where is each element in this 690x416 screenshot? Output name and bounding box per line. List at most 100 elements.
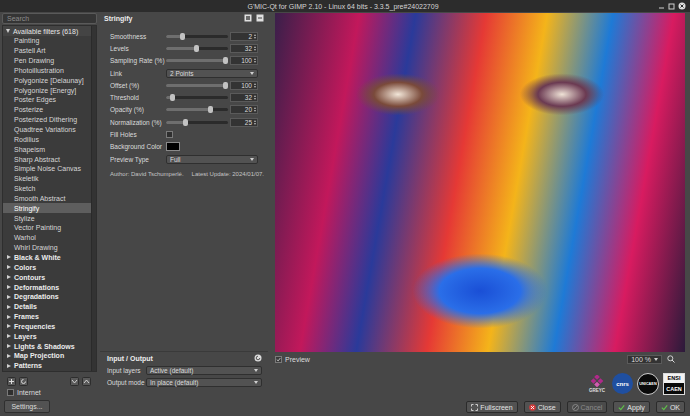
filter-item[interactable]: Sharp Abstract — [3, 154, 91, 164]
filter-category[interactable]: Lights & Shadows — [3, 341, 91, 351]
expand-arrow-icon[interactable] — [7, 364, 11, 368]
filter-item[interactable]: Smooth Abstract — [3, 194, 91, 204]
copy-icon[interactable] — [244, 14, 252, 22]
refresh-icon[interactable] — [19, 377, 28, 386]
spin-box[interactable]: 32 — [230, 93, 258, 102]
filter-tree-header[interactable]: Available filters (618) — [3, 26, 91, 36]
slider[interactable] — [166, 93, 228, 102]
slider-thumb[interactable] — [223, 57, 228, 64]
filter-item[interactable]: Whirl Drawing — [3, 243, 91, 253]
maximize-icon[interactable] — [668, 3, 675, 10]
expand-arrow-icon[interactable] — [7, 295, 11, 299]
slider-thumb[interactable] — [183, 119, 188, 126]
add-favorite-icon[interactable] — [7, 377, 16, 386]
expand-arrow-icon[interactable] — [7, 334, 11, 338]
slider-thumb[interactable] — [223, 82, 228, 89]
expand-arrow-icon[interactable] — [7, 354, 11, 358]
spin-box[interactable]: 20 — [230, 105, 258, 114]
collapse-all-icon[interactable] — [82, 377, 91, 386]
expand-arrow-icon[interactable] — [7, 285, 11, 289]
internet-checkbox[interactable]: Internet — [2, 387, 97, 397]
dialog-button[interactable]: Close — [524, 401, 561, 413]
close-window-icon[interactable] — [678, 2, 686, 10]
slider[interactable] — [166, 32, 228, 41]
filter-category[interactable]: Degradations — [3, 292, 91, 302]
filter-item[interactable]: Vector Painting — [3, 223, 91, 233]
filter-item[interactable]: Stylize — [3, 213, 91, 223]
filter-item[interactable]: Polygonize [Energy] — [3, 85, 91, 95]
filter-item[interactable]: Painting — [3, 36, 91, 46]
filter-category[interactable]: Black & White — [3, 253, 91, 263]
slider-thumb[interactable] — [170, 94, 175, 101]
filter-item[interactable]: Shapeism — [3, 144, 91, 154]
expand-all-icon[interactable] — [70, 377, 79, 386]
checkbox[interactable] — [166, 131, 173, 138]
zoom-icon[interactable] — [667, 355, 675, 363]
spin-box[interactable]: 100 — [230, 81, 258, 90]
filter-item[interactable]: Photoillustration — [3, 66, 91, 76]
spin-box[interactable]: 100 — [230, 56, 258, 65]
search-field[interactable]: Search — [2, 13, 97, 24]
zoom-dropdown[interactable]: 100 % — [627, 355, 662, 364]
slider[interactable] — [166, 118, 228, 127]
slider-thumb[interactable] — [180, 33, 185, 40]
slider[interactable] — [166, 44, 228, 53]
color-swatch[interactable] — [166, 142, 180, 151]
filter-category[interactable]: Contours — [3, 272, 91, 282]
filter-item[interactable]: Stringify — [3, 203, 91, 213]
dropdown[interactable]: Full — [166, 155, 258, 164]
settings-button[interactable]: Settings... — [4, 400, 50, 413]
preview-checkbox[interactable]: Preview — [275, 354, 310, 364]
scrollbar[interactable] — [91, 26, 96, 371]
filter-item[interactable]: Skeletik — [3, 174, 91, 184]
checkbox[interactable] — [7, 389, 14, 396]
dialog-button[interactable]: Cancel — [567, 401, 608, 413]
filter-category[interactable]: Deformations — [3, 282, 91, 292]
expand-arrow-icon[interactable] — [7, 344, 11, 348]
filter-item[interactable]: Simple Noise Canvas — [3, 164, 91, 174]
spin-box[interactable]: 32 — [230, 44, 258, 53]
expand-arrow-icon[interactable] — [7, 324, 11, 328]
filter-item[interactable]: Pen Drawing — [3, 56, 91, 66]
filter-item[interactable]: Quadtree Variations — [3, 125, 91, 135]
slider-thumb[interactable] — [208, 106, 213, 113]
filter-item[interactable]: Rodilius — [3, 134, 91, 144]
filter-category[interactable]: Patterns — [3, 361, 91, 371]
dropdown[interactable]: In place (default) — [146, 378, 262, 387]
reset-icon[interactable] — [254, 354, 262, 362]
dropdown[interactable]: 2 Points — [166, 69, 258, 78]
slider[interactable] — [166, 56, 228, 65]
filter-item[interactable]: Posterize — [3, 105, 91, 115]
expand-arrow-icon[interactable] — [6, 29, 10, 33]
filter-item[interactable]: Warhol — [3, 233, 91, 243]
dialog-button[interactable]: Fullscreen — [466, 401, 517, 413]
dialog-button[interactable]: Apply — [613, 401, 650, 413]
spin-box[interactable]: 2 — [230, 32, 258, 41]
filter-item[interactable]: Pastell Art — [3, 46, 91, 56]
preview-image[interactable] — [275, 13, 685, 352]
expand-arrow-icon[interactable] — [7, 305, 11, 309]
slider[interactable] — [166, 81, 228, 90]
filter-category[interactable]: Frames — [3, 312, 91, 322]
reset-icon[interactable] — [256, 14, 264, 22]
expand-arrow-icon[interactable] — [7, 255, 11, 259]
expand-arrow-icon[interactable] — [7, 275, 11, 279]
checkbox[interactable] — [275, 356, 282, 363]
minimize-icon[interactable] — [658, 3, 665, 10]
dropdown[interactable]: Active (default) — [146, 366, 262, 375]
slider[interactable] — [166, 105, 228, 114]
expand-arrow-icon[interactable] — [7, 265, 11, 269]
filter-category[interactable]: Colors — [3, 262, 91, 272]
filter-item[interactable]: Poster Edges — [3, 95, 91, 105]
filter-category[interactable]: Map Projection — [3, 351, 91, 361]
filter-category[interactable]: Layers — [3, 331, 91, 341]
filter-item[interactable]: Posterized Dithering — [3, 115, 91, 125]
expand-arrow-icon[interactable] — [7, 315, 11, 319]
filter-item[interactable]: Sketch — [3, 184, 91, 194]
filter-category[interactable]: Frequencies — [3, 321, 91, 331]
dialog-button[interactable]: OK — [656, 401, 685, 413]
filter-category[interactable]: Details — [3, 302, 91, 312]
slider-thumb[interactable] — [194, 45, 199, 52]
spin-box[interactable]: 25 — [230, 118, 258, 127]
filter-item[interactable]: Polygonize [Delaunay] — [3, 75, 91, 85]
